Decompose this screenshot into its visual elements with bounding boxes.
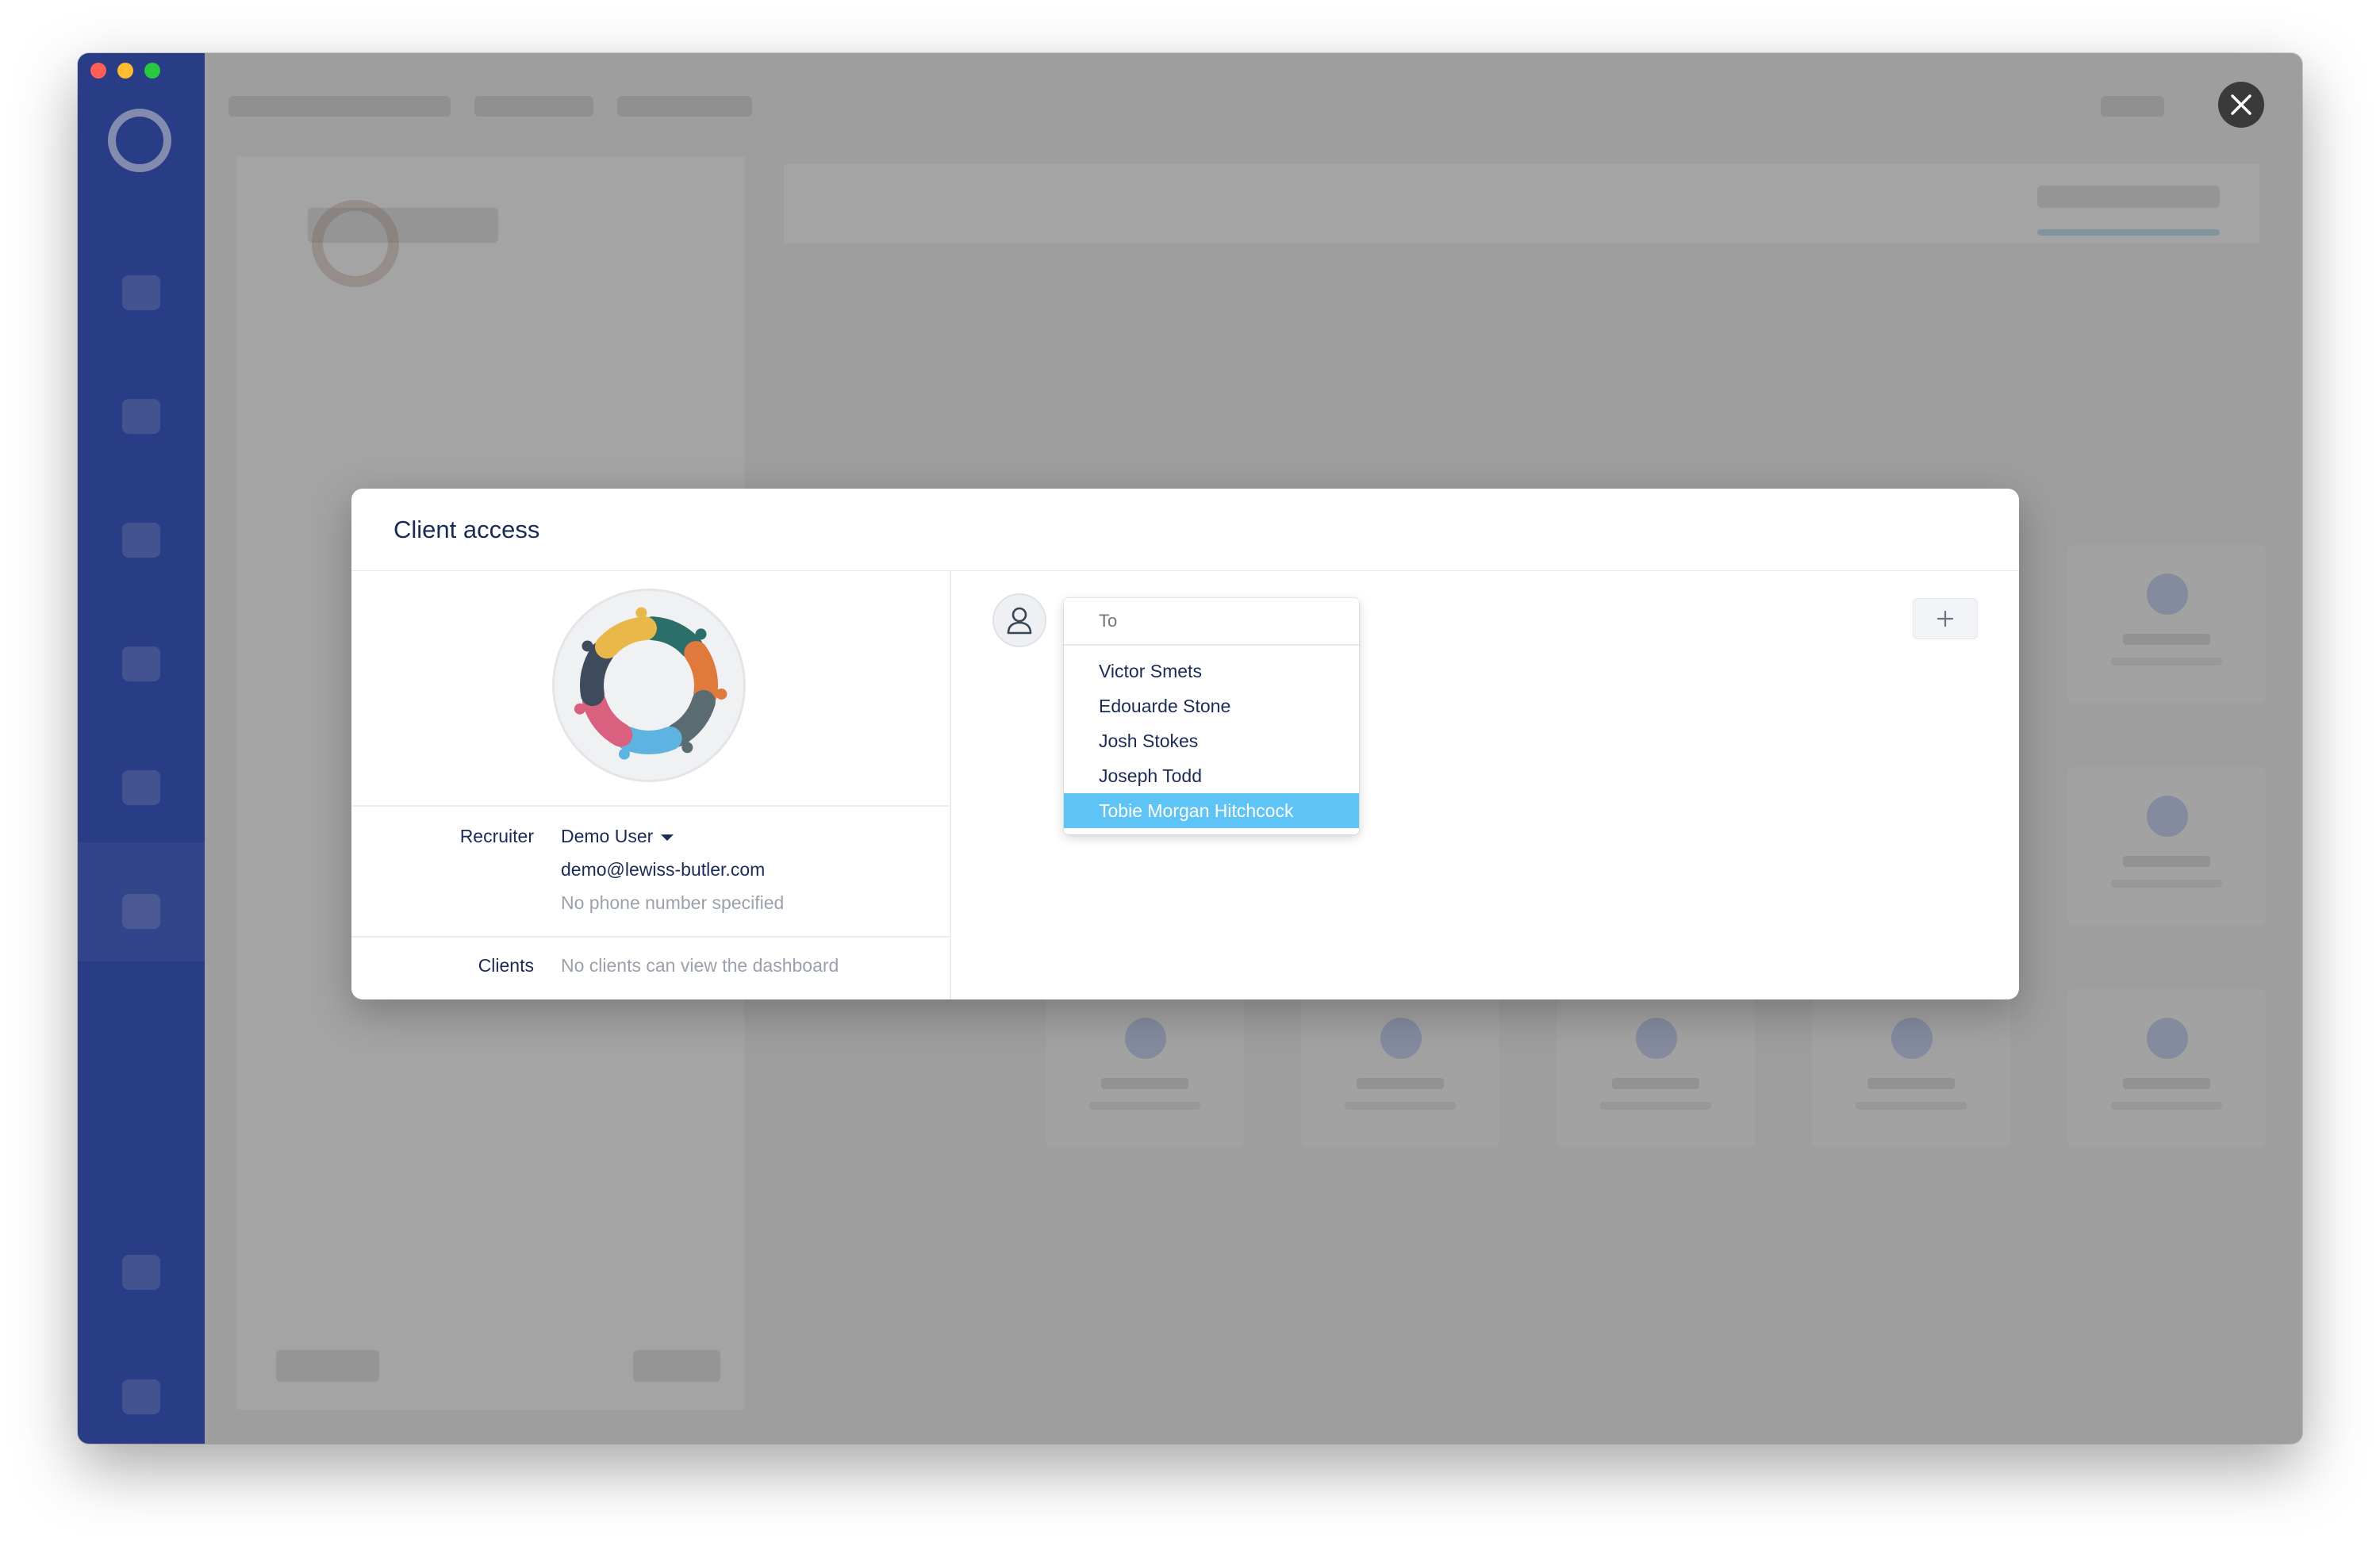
- recipient-option[interactable]: Victor Smets: [1064, 654, 1359, 689]
- close-icon[interactable]: [2218, 82, 2264, 128]
- caret-down-icon: [661, 834, 674, 841]
- logo-hand-segment: [582, 689, 633, 747]
- clients-status: No clients can view the dashboard: [561, 955, 839, 976]
- window-maximize-dot[interactable]: [144, 63, 160, 79]
- divider: [351, 805, 950, 807]
- plus-icon[interactable]: [1913, 598, 1978, 639]
- clients-label: Clients: [478, 955, 534, 976]
- logo-finger: [582, 640, 593, 652]
- divider: [351, 936, 950, 938]
- user-icon: [992, 593, 1046, 647]
- logo-finger: [681, 742, 693, 754]
- client-access-modal: Client access Recruiter Demo User demo@l…: [351, 489, 2019, 999]
- hands-circle-logo-icon: [574, 607, 727, 760]
- recruiter-phone: No phone number specified: [561, 892, 785, 913]
- recruiter-label: Recruiter: [459, 826, 534, 846]
- logo-finger: [635, 607, 647, 619]
- logo-hand-segment: [641, 616, 704, 659]
- recruiter-name: Demo User: [561, 826, 654, 846]
- recipient-option[interactable]: Edouarde Stone: [1064, 689, 1359, 723]
- recruiter-dropdown[interactable]: Demo User: [561, 826, 674, 847]
- logo-finger: [716, 688, 727, 700]
- logo-finger: [574, 703, 585, 715]
- window-close-dot[interactable]: [90, 63, 106, 79]
- modal-header: Client access: [351, 489, 2019, 571]
- recipient-options: Victor Smets Edouarde Stone Josh Stokes …: [1064, 646, 1359, 834]
- logo-hand-segment: [594, 616, 657, 659]
- recipient-input[interactable]: [1064, 598, 1359, 646]
- modal-title: Client access: [393, 516, 540, 543]
- logo-hand-segment: [616, 726, 682, 754]
- recipient-pane: Victor Smets Edouarde Stone Josh Stokes …: [951, 571, 2019, 999]
- recipient-dropdown: Victor Smets Edouarde Stone Josh Stokes …: [1064, 598, 1359, 834]
- logo-finger: [618, 748, 630, 760]
- window-controls: [90, 63, 160, 79]
- recruiter-email: demo@lewiss-butler.com: [561, 859, 766, 880]
- logo-hand-segment: [684, 641, 718, 707]
- company-logo: [552, 589, 746, 782]
- recipient-option-selected[interactable]: Tobie Morgan Hitchcock: [1064, 793, 1359, 828]
- recipient-option[interactable]: Josh Stokes: [1064, 723, 1359, 758]
- window-minimize-dot[interactable]: [117, 63, 133, 79]
- recipient-option[interactable]: Joseph Todd: [1064, 758, 1359, 793]
- logo-finger: [695, 628, 707, 640]
- logo-hand-segment: [580, 641, 614, 707]
- campaign-info-pane: Recruiter Demo User demo@lewiss-butler.c…: [351, 571, 951, 999]
- logo-hand-segment: [665, 689, 716, 747]
